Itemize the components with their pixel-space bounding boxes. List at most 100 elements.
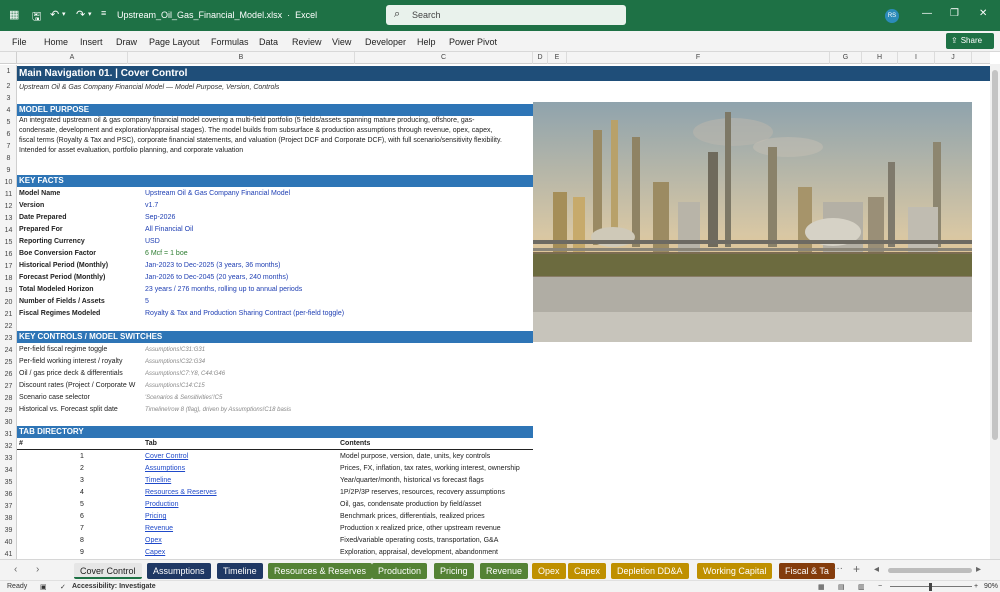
row-header-38[interactable]: 38 <box>0 515 17 522</box>
sheet-tab-working-capital[interactable]: Working Capital <box>697 563 773 579</box>
row-header-4[interactable]: 4 <box>0 107 17 114</box>
redo-icon[interactable]: ↷ <box>76 8 85 21</box>
fact-value[interactable]: USD <box>145 236 530 248</box>
fact-value[interactable]: v1.7 <box>145 200 530 212</box>
undo-dropdown-icon[interactable]: ▾ <box>62 10 66 18</box>
menu-item-formulas[interactable]: Formulas <box>211 37 249 47</box>
menu-item-review[interactable]: Review <box>292 37 322 47</box>
search-box[interactable]: ⌕ Search <box>386 5 626 25</box>
control-reference[interactable]: Assumptions!C14:C15 <box>145 380 530 392</box>
column-header-j[interactable]: J <box>935 52 972 64</box>
zoom-slider-handle[interactable] <box>929 583 932 591</box>
row-header-34[interactable]: 34 <box>0 467 17 474</box>
macro-record-icon[interactable]: ▣ <box>40 583 47 591</box>
row-header-10[interactable]: 10 <box>0 179 17 186</box>
sheet-tab-assumptions[interactable]: Assumptions <box>147 563 211 579</box>
column-header-h[interactable]: H <box>862 52 898 64</box>
tabdir-link[interactable]: Revenue <box>145 523 335 535</box>
row-header-35[interactable]: 35 <box>0 479 17 486</box>
save-icon[interactable]: 🖫 <box>32 8 41 27</box>
undo-icon[interactable]: ↶ <box>50 8 59 21</box>
tabdir-link[interactable]: Resources & Reserves <box>145 487 335 499</box>
row-header-17[interactable]: 17 <box>0 263 17 270</box>
row-header-28[interactable]: 28 <box>0 395 17 402</box>
add-sheet-icon[interactable]: + <box>853 562 860 576</box>
row-header-11[interactable]: 11 <box>0 191 17 198</box>
row-header-27[interactable]: 27 <box>0 383 17 390</box>
row-header-26[interactable]: 26 <box>0 371 17 378</box>
control-reference[interactable]: Assumptions!C32:G34 <box>145 356 530 368</box>
page-break-view-icon[interactable]: ▥ <box>858 583 865 591</box>
share-button[interactable]: ⇪ Share <box>946 33 994 49</box>
row-header-22[interactable]: 22 <box>0 323 17 330</box>
row-header-19[interactable]: 19 <box>0 287 17 294</box>
row-header-2[interactable]: 2 <box>0 83 17 90</box>
row-header-31[interactable]: 31 <box>0 431 17 438</box>
row-header-1[interactable]: 1 <box>0 68 17 75</box>
row-header-24[interactable]: 24 <box>0 347 17 354</box>
fact-value[interactable]: Jan-2026 to Dec-2045 (20 years, 240 mont… <box>145 272 530 284</box>
row-header-16[interactable]: 16 <box>0 251 17 258</box>
menu-item-developer[interactable]: Developer <box>365 37 406 47</box>
row-header-23[interactable]: 23 <box>0 335 17 342</box>
fact-value[interactable]: Upstream Oil & Gas Company Financial Mod… <box>145 188 530 200</box>
close-icon[interactable]: ✕ <box>979 8 987 19</box>
fact-value[interactable]: All Financial Oil <box>145 224 530 236</box>
row-header-5[interactable]: 5 <box>0 119 17 126</box>
column-header-g[interactable]: G <box>830 52 862 64</box>
tabdir-link[interactable]: Timeline <box>145 475 335 487</box>
menu-item-file[interactable]: File <box>12 37 27 47</box>
scroll-tabs-left-icon[interactable]: ‹ <box>14 564 17 575</box>
column-header-c[interactable]: C <box>355 52 533 64</box>
accessibility-icon[interactable]: ✓ <box>60 583 66 591</box>
avatar[interactable]: RS <box>885 9 899 23</box>
zoom-out-icon[interactable]: − <box>878 583 882 590</box>
refinery-photo[interactable] <box>533 102 972 342</box>
more-tabs-icon[interactable]: ··· <box>833 563 843 574</box>
menu-item-home[interactable]: Home <box>44 37 68 47</box>
menu-item-draw[interactable]: Draw <box>116 37 137 47</box>
tabdir-link[interactable]: Capex <box>145 547 335 559</box>
column-header-f[interactable]: F <box>567 52 830 64</box>
fact-value[interactable]: 5 <box>145 296 530 308</box>
worksheet-grid[interactable]: Main Navigation 01. | Cover Control Upst… <box>17 65 990 559</box>
row-header-13[interactable]: 13 <box>0 215 17 222</box>
control-reference[interactable]: 'Scenarios & Sensitivities'!C5 <box>145 392 530 404</box>
fact-value[interactable]: Jan-2023 to Dec-2025 (3 years, 36 months… <box>145 260 530 272</box>
row-header-6[interactable]: 6 <box>0 131 17 138</box>
menu-item-help[interactable]: Help <box>417 37 436 47</box>
sheet-tab-resources-reserves[interactable]: Resources & Reserves <box>268 563 373 579</box>
fact-value[interactable]: Sep-2026 <box>145 212 530 224</box>
menu-item-page-layout[interactable]: Page Layout <box>149 37 200 47</box>
page-layout-view-icon[interactable]: ▤ <box>838 583 845 591</box>
column-header-d[interactable]: D <box>533 52 548 64</box>
fact-value[interactable]: 23 years / 276 months, rolling up to ann… <box>145 284 530 296</box>
sheet-tab-fiscal-ta[interactable]: Fiscal & Ta <box>779 563 835 579</box>
row-header-8[interactable]: 8 <box>0 155 17 162</box>
vertical-scroll-thumb[interactable] <box>992 70 998 440</box>
customize-toolbar-icon[interactable]: ≡ <box>101 8 106 18</box>
row-header-32[interactable]: 32 <box>0 443 17 450</box>
row-header-21[interactable]: 21 <box>0 311 17 318</box>
zoom-in-icon[interactable]: + <box>974 583 978 590</box>
tabdir-link[interactable]: Opex <box>145 535 335 547</box>
sheet-tab-production[interactable]: Production <box>372 563 428 579</box>
row-header-33[interactable]: 33 <box>0 455 17 462</box>
zoom-level[interactable]: 90% <box>984 583 998 590</box>
row-header-29[interactable]: 29 <box>0 407 17 414</box>
tabdir-link[interactable]: Pricing <box>145 511 335 523</box>
column-header-i[interactable]: I <box>898 52 935 64</box>
sheet-tab-capex[interactable]: Capex <box>568 563 607 579</box>
row-header-41[interactable]: 41 <box>0 551 17 558</box>
hscroll-left-icon[interactable]: ◂ <box>874 564 879 575</box>
row-header-36[interactable]: 36 <box>0 491 17 498</box>
row-header-9[interactable]: 9 <box>0 167 17 174</box>
horizontal-scroll-thumb[interactable] <box>888 568 972 573</box>
control-reference[interactable]: Assumptions!C7:Y8, C44:G46 <box>145 368 530 380</box>
fact-value[interactable]: 6 Mcf = 1 boe <box>145 248 530 260</box>
sheet-tab-timeline[interactable]: Timeline <box>217 563 263 579</box>
redo-dropdown-icon[interactable]: ▾ <box>88 10 92 18</box>
row-header-3[interactable]: 3 <box>0 95 17 102</box>
row-header-30[interactable]: 30 <box>0 419 17 426</box>
row-header-18[interactable]: 18 <box>0 275 17 282</box>
